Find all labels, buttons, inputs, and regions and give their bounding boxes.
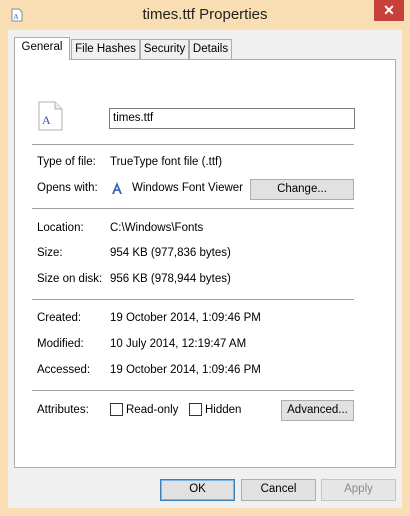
close-icon: ✕: [383, 2, 395, 18]
advanced-button[interactable]: Advanced...: [281, 400, 354, 421]
attributes-label: Attributes:: [37, 404, 89, 416]
accessed-value: 19 October 2014, 1:09:46 PM: [110, 364, 261, 376]
created-label: Created:: [37, 312, 82, 324]
type-value: TrueType font file (.ttf): [110, 156, 223, 168]
read-only-label: Read-only: [126, 404, 179, 416]
size-on-disk-value: 956 KB (978,944 bytes): [110, 273, 231, 285]
size-label: Size:: [37, 247, 63, 259]
title-bar[interactable]: A times.ttf Properties ✕: [0, 0, 410, 30]
separator: [32, 390, 354, 391]
svg-text:A: A: [42, 113, 51, 127]
tab-file-hashes[interactable]: File Hashes: [71, 39, 140, 59]
properties-window: A times.ttf Properties ✕ General File Ha…: [0, 0, 410, 516]
dialog-body: General File Hashes Security Details A t…: [8, 30, 402, 508]
size-value: 954 KB (977,836 bytes): [110, 247, 231, 259]
tab-security[interactable]: Security: [140, 39, 189, 59]
font-viewer-icon: [112, 182, 122, 194]
ok-button[interactable]: OK: [160, 479, 235, 501]
opens-with-value: Windows Font Viewer: [132, 182, 243, 194]
close-button[interactable]: ✕: [374, 0, 404, 21]
font-file-icon: A: [38, 101, 63, 131]
hidden-checkbox[interactable]: [189, 403, 202, 416]
cancel-button[interactable]: Cancel: [241, 479, 316, 501]
size-on-disk-label: Size on disk:: [37, 273, 103, 285]
tab-details[interactable]: Details: [189, 39, 232, 59]
location-label: Location:: [37, 222, 84, 234]
tab-general[interactable]: General: [14, 37, 70, 60]
opens-with-label: Opens with:: [37, 182, 98, 194]
change-button[interactable]: Change...: [250, 179, 354, 200]
separator: [32, 208, 354, 209]
modified-label: Modified:: [37, 338, 84, 350]
separator: [32, 144, 354, 145]
general-panel: A times.ttf Type of file: TrueType font …: [14, 59, 396, 468]
location-value: C:\Windows\Fonts: [110, 222, 204, 234]
window-title: times.ttf Properties: [142, 6, 268, 23]
read-only-checkbox[interactable]: [110, 403, 123, 416]
accessed-label: Accessed:: [37, 364, 91, 376]
created-value: 19 October 2014, 1:09:46 PM: [110, 312, 261, 324]
file-name-input[interactable]: times.ttf: [109, 108, 355, 129]
separator: [32, 299, 354, 300]
apply-button[interactable]: Apply: [321, 479, 396, 501]
type-label: Type of file:: [37, 156, 96, 168]
modified-value: 10 July 2014, 12:19:47 AM: [110, 338, 247, 350]
hidden-label: Hidden: [205, 404, 242, 416]
